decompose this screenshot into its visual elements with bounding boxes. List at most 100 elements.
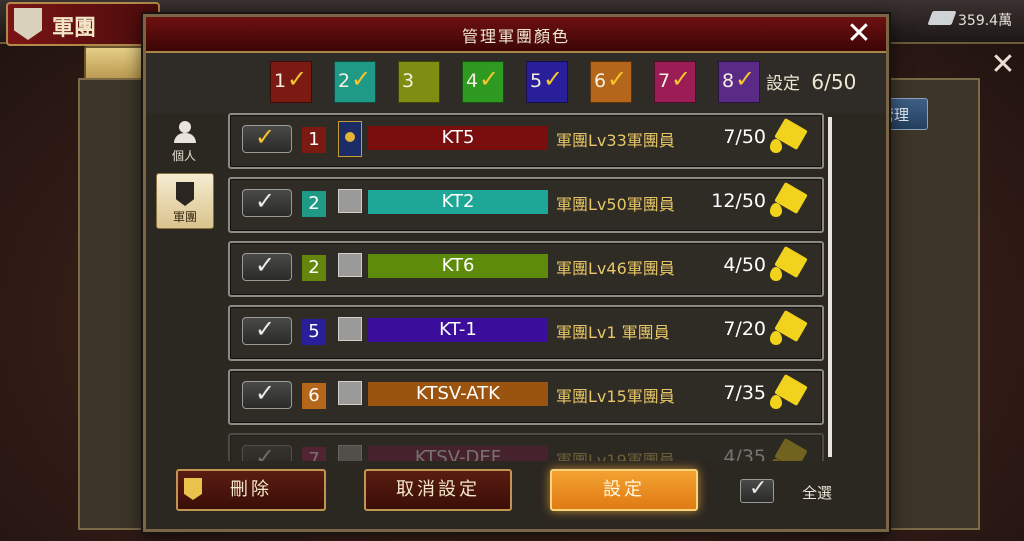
tag-icon[interactable] xyxy=(770,373,808,411)
tag-icon[interactable] xyxy=(770,181,808,219)
tab-personal[interactable]: 個人 xyxy=(156,113,212,167)
guild-row[interactable]: ✓ 6 KTSV-ATK 軍團Lv15軍團員 7/35 xyxy=(228,369,824,425)
set-label: 設定 xyxy=(603,479,645,500)
swatch-number: 7 xyxy=(658,70,671,92)
color-swatch-6[interactable]: 6 ✓ xyxy=(590,61,632,103)
guild-shield-icon xyxy=(176,182,194,206)
guild-name: KT2 xyxy=(368,190,548,214)
delete-label: 刪除 xyxy=(230,479,272,500)
check-icon: ✓ xyxy=(255,187,276,215)
member-count: 7/50 xyxy=(723,126,766,148)
guild-row[interactable]: ✓ 2 KT6 軍團Lv46軍團員 4/50 xyxy=(228,241,824,297)
check-icon: ✓ xyxy=(607,65,628,93)
tab-guild-label: 軍團 xyxy=(172,210,197,224)
row-checkbox[interactable]: ✓ xyxy=(242,379,292,409)
guild-row[interactable]: ✓ 2 KT2 軍團Lv50軍團員 12/50 xyxy=(228,177,824,233)
guild-level: 軍團Lv15軍團員 xyxy=(556,387,675,406)
tab-guild[interactable]: 軍團 xyxy=(156,173,214,229)
color-swatch-1[interactable]: 1 ✓ xyxy=(270,61,312,103)
check-icon: ✓ xyxy=(351,65,372,93)
tag-icon[interactable] xyxy=(770,245,808,283)
member-count: 4/50 xyxy=(723,254,766,276)
check-icon: ✓ xyxy=(671,65,692,93)
guild-level: 軍團Lv46軍團員 xyxy=(556,259,675,278)
color-swatch-2[interactable]: 2 ✓ xyxy=(334,61,376,103)
setting-count: 設定 6/50 xyxy=(766,69,856,94)
row-checkbox[interactable]: ✓ xyxy=(242,251,292,281)
guild-level: 軍團Lv50軍團員 xyxy=(556,195,675,214)
tag-icon[interactable] xyxy=(770,309,808,347)
guild-flag-icon xyxy=(338,381,362,405)
color-swatch-5[interactable]: 5 ✓ xyxy=(526,61,568,103)
delete-shield-icon xyxy=(184,478,202,500)
row-checkbox[interactable]: ✓ xyxy=(242,443,292,461)
check-icon: ✓ xyxy=(287,65,308,93)
manage-guild-color-dialog: 管理軍團顏色 ✕ 1 ✓ 2 ✓ 3 4 ✓ 5 ✓ 6 ✓ 7 ✓ 8 ✓ 設定 6/50 個人 軍團 ✓… xyxy=(143,14,889,532)
guild-name: KT-1 xyxy=(368,318,548,342)
cancel-setting-button[interactable]: 取消設定 xyxy=(364,469,512,511)
color-swatch-8[interactable]: 8 ✓ xyxy=(718,61,760,103)
guild-flag-icon xyxy=(338,445,362,461)
close-icon[interactable]: ✕ xyxy=(844,19,874,49)
check-icon: ✓ xyxy=(255,251,276,279)
select-all-checkbox[interactable]: ✓ xyxy=(740,476,774,503)
guild-name: KT6 xyxy=(368,254,548,278)
row-checkbox[interactable]: ✓ xyxy=(242,315,292,345)
select-all-label: 全選 xyxy=(802,484,833,502)
check-icon: ✓ xyxy=(479,65,500,93)
set-button[interactable]: 設定 xyxy=(550,469,698,511)
guild-flag-icon xyxy=(338,189,362,213)
check-icon: ✓ xyxy=(255,443,276,461)
color-number: 2 xyxy=(302,191,326,217)
color-number: 6 xyxy=(302,383,326,409)
delete-button[interactable]: 刪除 xyxy=(176,469,326,511)
color-number: 2 xyxy=(302,255,326,281)
member-count: 4/35 xyxy=(723,446,766,461)
color-swatch-3[interactable]: 3 xyxy=(398,61,440,103)
color-swatch-7[interactable]: 7 ✓ xyxy=(654,61,696,103)
list-scrollbar[interactable] xyxy=(828,117,832,457)
guild-flag-icon xyxy=(338,121,362,157)
guild-row[interactable]: ✓ 7 KTSV-DEF 軍團Lv19軍團員 4/35 xyxy=(228,433,824,461)
scrollbar-thumb[interactable] xyxy=(828,117,832,457)
setting-label: 設定 xyxy=(766,74,800,94)
row-checkbox[interactable]: ✓ xyxy=(242,187,292,217)
swatch-number: 6 xyxy=(594,70,607,92)
color-number: 1 xyxy=(302,127,326,153)
tag-icon[interactable] xyxy=(770,117,808,155)
cancel-label: 取消設定 xyxy=(396,479,480,500)
member-count: 7/20 xyxy=(723,318,766,340)
member-count: 12/50 xyxy=(711,190,766,212)
guild-name: KTSV-ATK xyxy=(368,382,548,406)
check-icon: ✓ xyxy=(749,476,768,501)
member-count: 7/35 xyxy=(723,382,766,404)
dialog-title: 管理軍團顏色 xyxy=(461,27,570,46)
color-number: 7 xyxy=(302,447,326,461)
check-icon: ✓ xyxy=(255,379,276,407)
silver-icon xyxy=(927,11,957,25)
color-swatch-4[interactable]: 4 ✓ xyxy=(462,61,504,103)
check-icon: ✓ xyxy=(735,65,756,93)
check-icon: ✓ xyxy=(255,315,276,343)
guild-level: 軍團Lv1 軍團員 xyxy=(556,323,670,342)
dialog-header: 管理軍團顏色 ✕ xyxy=(146,17,886,53)
guild-flag-icon xyxy=(338,317,362,341)
silver-amount: 359.4萬 xyxy=(958,13,1013,29)
swatch-number: 5 xyxy=(530,70,543,92)
tab-personal-label: 個人 xyxy=(171,149,196,163)
guild-name: KT5 xyxy=(368,126,548,150)
check-icon: ✓ xyxy=(255,123,276,151)
swatch-number: 3 xyxy=(402,70,415,92)
tag-icon[interactable] xyxy=(770,437,808,461)
person-icon xyxy=(174,121,196,143)
guild-row[interactable]: ✓ 5 KT-1 軍團Lv1 軍團員 7/20 xyxy=(228,305,824,361)
background-close-icon[interactable]: ✕ xyxy=(988,50,1018,80)
swatch-number: 8 xyxy=(722,70,735,92)
guild-badge[interactable]: 軍團 xyxy=(6,2,160,46)
guild-title: 軍團 xyxy=(52,15,97,41)
guild-row[interactable]: ✓ 1 KT5 軍團Lv33軍團員 7/50 xyxy=(228,113,824,169)
color-number: 5 xyxy=(302,319,326,345)
row-checkbox[interactable]: ✓ xyxy=(242,123,292,153)
swatch-number: 4 xyxy=(466,70,479,92)
guild-flag-icon xyxy=(338,253,362,277)
